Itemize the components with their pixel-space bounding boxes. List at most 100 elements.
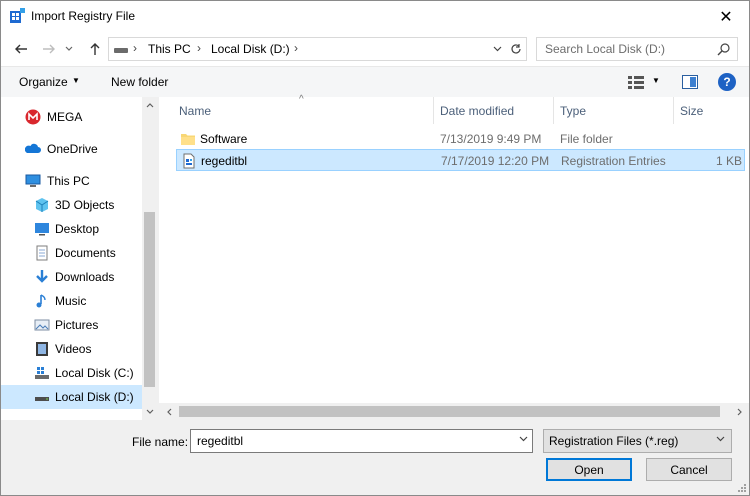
scrollbar-thumb[interactable] [144, 212, 155, 387]
drive-icon [114, 48, 128, 53]
reg-file-icon [183, 153, 195, 169]
onedrive-icon [25, 143, 41, 153]
file-name: Software [200, 132, 248, 146]
column-header-type[interactable]: Type [560, 97, 586, 124]
sidebar-item-label: Music [55, 294, 87, 308]
preview-pane-icon[interactable] [682, 75, 698, 89]
desktop-icon [35, 223, 49, 236]
sidebar-item-label: MEGA [47, 110, 83, 124]
chevron-up-icon [146, 103, 153, 108]
file-type-select[interactable]: Registration Files (*.reg) [543, 429, 732, 453]
sidebar-item-label: Documents [55, 246, 116, 260]
close-icon: ✕ [719, 8, 733, 26]
column-divider[interactable] [553, 97, 554, 124]
sidebar-item-local-disk-c[interactable]: Local Disk (C:) [1, 361, 142, 385]
file-type: File folder [560, 132, 613, 146]
sidebar-item-label: Local Disk (D:) [55, 390, 134, 404]
recent-locations-button[interactable] [62, 38, 76, 60]
file-size: 1 KB [715, 154, 742, 168]
scroll-left-arrow-icon[interactable] [162, 403, 177, 420]
window-title: Import Registry File [31, 9, 136, 23]
sidebar-item-label: This PC [47, 174, 90, 188]
up-button[interactable] [85, 38, 105, 60]
sidebar-item-downloads[interactable]: Downloads [1, 265, 142, 289]
address-history-dropdown[interactable] [489, 40, 505, 58]
sidebar-item-desktop[interactable]: Desktop [1, 217, 142, 241]
file-name-value: regeditbl [197, 434, 244, 448]
sidebar-item-mega[interactable]: MEGA [1, 105, 142, 129]
scrollbar-thumb[interactable] [179, 406, 720, 417]
chevron-down-icon [493, 46, 501, 52]
file-name: regeditbl [201, 154, 248, 168]
back-arrow-icon [15, 44, 27, 54]
chevron-down-icon [716, 434, 725, 445]
sidebar-item-label: OneDrive [47, 142, 98, 156]
organize-button[interactable]: Organize [19, 75, 68, 89]
sidebar-item-label: Desktop [55, 222, 100, 236]
sidebar-item-3d-objects[interactable]: 3D Objects [1, 193, 142, 217]
sidebar-item-this-pc[interactable]: This PC [1, 169, 142, 193]
cancel-button[interactable]: Cancel [646, 458, 732, 481]
chevron-left-icon [167, 408, 172, 415]
resize-grip-icon[interactable] [737, 483, 747, 493]
forward-button[interactable] [39, 38, 59, 60]
file-type: Registration Entries [561, 154, 666, 168]
navigation-pane: MEGA OneDrive This PC 3D Objects Desktop… [1, 97, 157, 420]
pictures-icon [34, 319, 50, 331]
file-date: 7/13/2019 9:49 PM [440, 132, 542, 146]
help-icon[interactable]: ? [718, 73, 736, 91]
scroll-down-arrow-icon[interactable] [142, 403, 157, 420]
refresh-icon [511, 44, 521, 54]
column-header-name[interactable]: Name [179, 97, 211, 124]
documents-icon [36, 245, 48, 261]
chevron-down-icon[interactable] [519, 434, 528, 445]
search-icon [717, 43, 730, 56]
file-list: ^ Name Date modified Type Size Software … [159, 94, 749, 420]
column-header-date-modified[interactable]: Date modified [440, 97, 514, 124]
cube-icon [35, 198, 49, 212]
search-placeholder: Search Local Disk (D:) [545, 42, 666, 56]
view-options-caret[interactable]: ▼ [652, 76, 660, 85]
breadcrumb-this-pc[interactable]: This PC [148, 42, 191, 56]
close-button[interactable]: ✕ [703, 1, 749, 32]
search-input[interactable]: Search Local Disk (D:) [536, 37, 738, 61]
open-button[interactable]: Open [546, 458, 632, 481]
view-options-icon[interactable] [627, 75, 647, 89]
sort-ascending-icon: ^ [299, 94, 304, 105]
file-name-field[interactable]: regeditbl [190, 429, 533, 453]
sidebar-item-pictures[interactable]: Pictures [1, 313, 142, 337]
file-row-software[interactable]: Software 7/13/2019 9:49 PM File folder [176, 128, 745, 150]
sidebar-item-music[interactable]: Music [1, 289, 142, 313]
address-bar[interactable]: › This PC › Local Disk (D:) › [108, 37, 527, 61]
folder-icon [181, 134, 195, 145]
breadcrumb-separator: › [197, 41, 201, 55]
videos-icon [36, 342, 48, 356]
file-row-regeditbl[interactable]: regeditbl 7/17/2019 12:20 PM Registratio… [176, 149, 745, 171]
computer-icon [25, 174, 41, 187]
column-divider[interactable] [673, 97, 674, 124]
file-type-value: Registration Files (*.reg) [549, 434, 679, 448]
music-icon [36, 294, 46, 308]
drive-icon [35, 367, 49, 379]
back-button[interactable] [11, 38, 31, 60]
dialog-footer: File name: regeditbl Registration Files … [1, 420, 749, 495]
scroll-up-arrow-icon[interactable] [142, 97, 157, 114]
scroll-right-arrow-icon[interactable] [732, 403, 747, 420]
refresh-button[interactable] [507, 40, 525, 58]
column-header-size[interactable]: Size [680, 97, 703, 124]
chevron-down-icon [146, 409, 153, 414]
breadcrumb-local-disk-d[interactable]: Local Disk (D:) [211, 42, 290, 56]
sidebar-item-documents[interactable]: Documents [1, 241, 142, 265]
column-divider[interactable] [433, 97, 434, 124]
sidebar-item-videos[interactable]: Videos [1, 337, 142, 361]
navigation-bar: › This PC › Local Disk (D:) › Search Loc… [1, 32, 749, 66]
file-name-label: File name: [132, 435, 189, 449]
chevron-right-icon [737, 408, 742, 415]
sidebar-item-local-disk-d[interactable]: Local Disk (D:) [1, 385, 142, 409]
sidebar-item-label: Pictures [55, 318, 99, 332]
breadcrumb-separator[interactable]: › [294, 41, 298, 55]
new-folder-button[interactable]: New folder [111, 75, 168, 89]
sidebar-scrollbar[interactable] [142, 97, 157, 420]
sidebar-item-onedrive[interactable]: OneDrive [1, 137, 142, 161]
horizontal-scrollbar[interactable] [159, 403, 749, 420]
